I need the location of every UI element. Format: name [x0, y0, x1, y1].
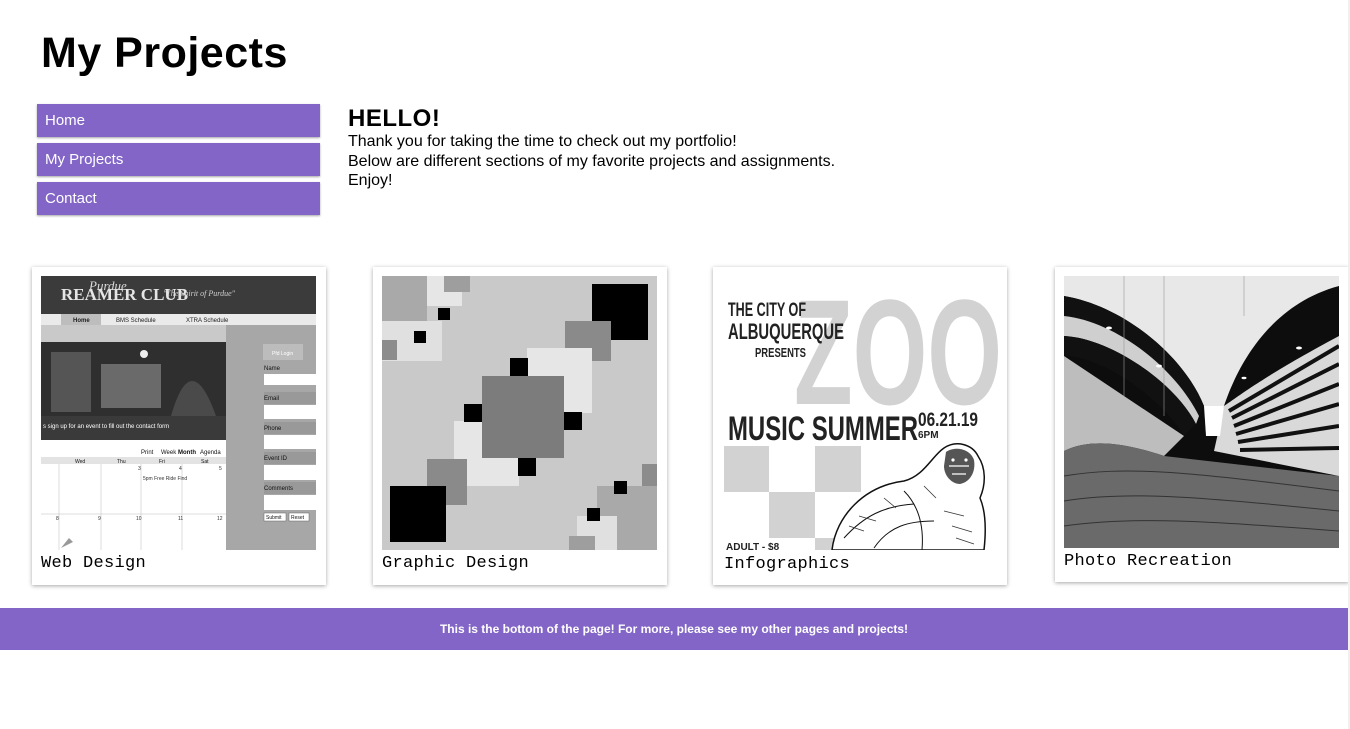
tab-xtra: XTRA Schedule	[186, 318, 229, 324]
form-label-name: Name	[264, 366, 281, 372]
cal-num-3: 3	[138, 466, 141, 472]
graphic-design-thumbnail	[382, 276, 657, 550]
infographics-caption: Infographics	[724, 555, 851, 574]
project-card-web-design[interactable]: REAMER CLUB Purdue "The Spirit of Purdue…	[32, 267, 326, 585]
cal-agenda: Agenda	[200, 450, 221, 456]
admission-text: ADULT - $8	[726, 542, 780, 550]
form-reset: Reset	[291, 515, 305, 521]
photo-recreation-caption: Photo Recreation	[1064, 552, 1233, 571]
tab-home: Home	[73, 318, 90, 324]
sidebar-nav: Home My Projects Contact	[37, 104, 320, 221]
page-footer: This is the bottom of the page! For more…	[0, 608, 1348, 650]
intro-heading: HELLO!	[348, 105, 441, 132]
cal-day-thu: Thu	[117, 459, 126, 465]
project-card-graphic-design[interactable]: Graphic Design	[373, 267, 667, 585]
intro-section: HELLO! Thank you for taking the time to …	[348, 106, 1048, 191]
spirit-tagline: "The Spirit of Purdue"	[163, 289, 236, 298]
cal-num-12: 12	[217, 516, 223, 522]
event-date: 06.21.19	[918, 410, 978, 431]
cal-num-4: 4	[179, 466, 182, 472]
infographics-thumbnail: ZOO THE CITY OF ALBUQUERQUE PRESENTS MUS…	[724, 276, 999, 550]
purdue-script: Purdue	[88, 278, 127, 293]
project-card-photo-recreation[interactable]: Photo Recreation	[1055, 267, 1349, 582]
city-line-1: THE CITY OF	[728, 300, 806, 321]
web-design-caption: Web Design	[41, 554, 147, 573]
cal-num-9: 9	[98, 516, 101, 522]
form-label-phone: Phone	[264, 426, 282, 432]
cal-day-fri: Fri	[159, 459, 165, 465]
cal-num-10: 10	[136, 516, 142, 522]
cal-num-11: 11	[178, 516, 183, 522]
intro-line-3: Enjoy!	[348, 172, 393, 189]
form-label-comments: Comments	[264, 486, 293, 492]
form-label-event: Event ID	[264, 456, 288, 462]
intro-line-2: Below are different sections of my favor…	[348, 152, 836, 170]
tab-bms: BMS Schedule	[116, 318, 156, 324]
cal-entry-1: 5pm Free Ride Find	[143, 476, 187, 482]
event-time: 6PM	[918, 430, 939, 441]
nav-item-my-projects[interactable]: My Projects	[37, 143, 320, 176]
photo-recreation-thumbnail	[1064, 276, 1339, 548]
banner-text: s sign up for an event to fill out the c…	[43, 424, 169, 430]
form-login-button: Pfd Login	[272, 351, 293, 357]
nav-item-contact[interactable]: Contact	[37, 182, 320, 215]
cal-week: Week	[161, 450, 177, 456]
intro-line-1: Thank you for taking the time to check o…	[348, 133, 737, 150]
music-summer-text: MUSIC SUMMER	[728, 410, 918, 448]
city-line-2: ALBUQUERQUE	[728, 319, 844, 344]
cal-day-wed: Wed	[75, 459, 85, 465]
cal-month: Month	[178, 450, 196, 456]
cal-day-sat: Sat	[201, 459, 209, 465]
cal-print: Print	[141, 450, 154, 456]
cal-num-5: 5	[219, 466, 222, 472]
project-card-infographics[interactable]: ZOO THE CITY OF ALBUQUERQUE PRESENTS MUS…	[713, 267, 1007, 585]
cal-num-8: 8	[56, 516, 59, 522]
footer-text: This is the bottom of the page! For more…	[439, 622, 909, 636]
page-title: My Projects	[41, 29, 288, 77]
graphic-design-caption: Graphic Design	[382, 554, 530, 573]
form-submit: Submit	[266, 515, 282, 521]
web-design-thumbnail: REAMER CLUB Purdue "The Spirit of Purdue…	[41, 276, 316, 550]
nav-item-home[interactable]: Home	[37, 104, 320, 137]
form-label-email: Email	[264, 396, 279, 402]
presents-text: PRESENTS	[755, 345, 806, 360]
